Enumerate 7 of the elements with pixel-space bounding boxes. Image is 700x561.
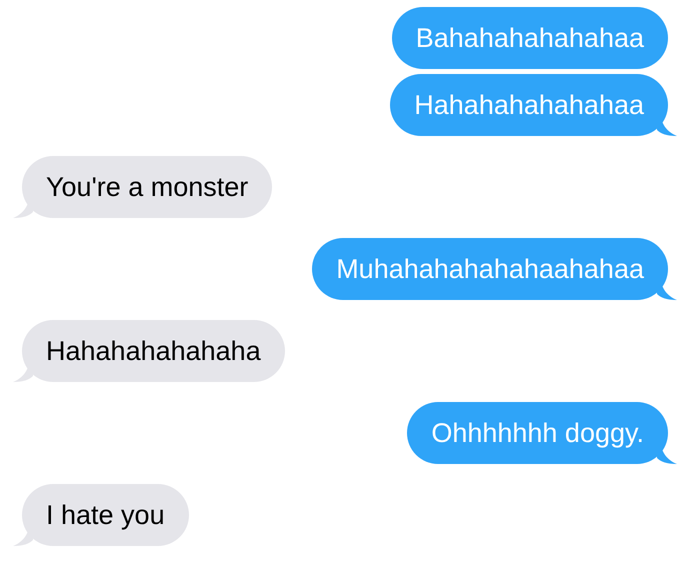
sent-message-bubble: Hahahahahahahaa bbox=[390, 74, 668, 136]
sent-message-bubble: Muhahahahahahaahahaa bbox=[312, 238, 668, 300]
received-message-bubble: You're a monster bbox=[22, 156, 272, 218]
received-message-bubble: I hate you bbox=[22, 484, 189, 546]
sent-message-bubble: Ohhhhhhh doggy. bbox=[407, 402, 668, 464]
sent-message-bubble: Bahahahahahahaa bbox=[392, 7, 668, 69]
received-message-bubble: Hahahahahahaha bbox=[22, 320, 285, 382]
